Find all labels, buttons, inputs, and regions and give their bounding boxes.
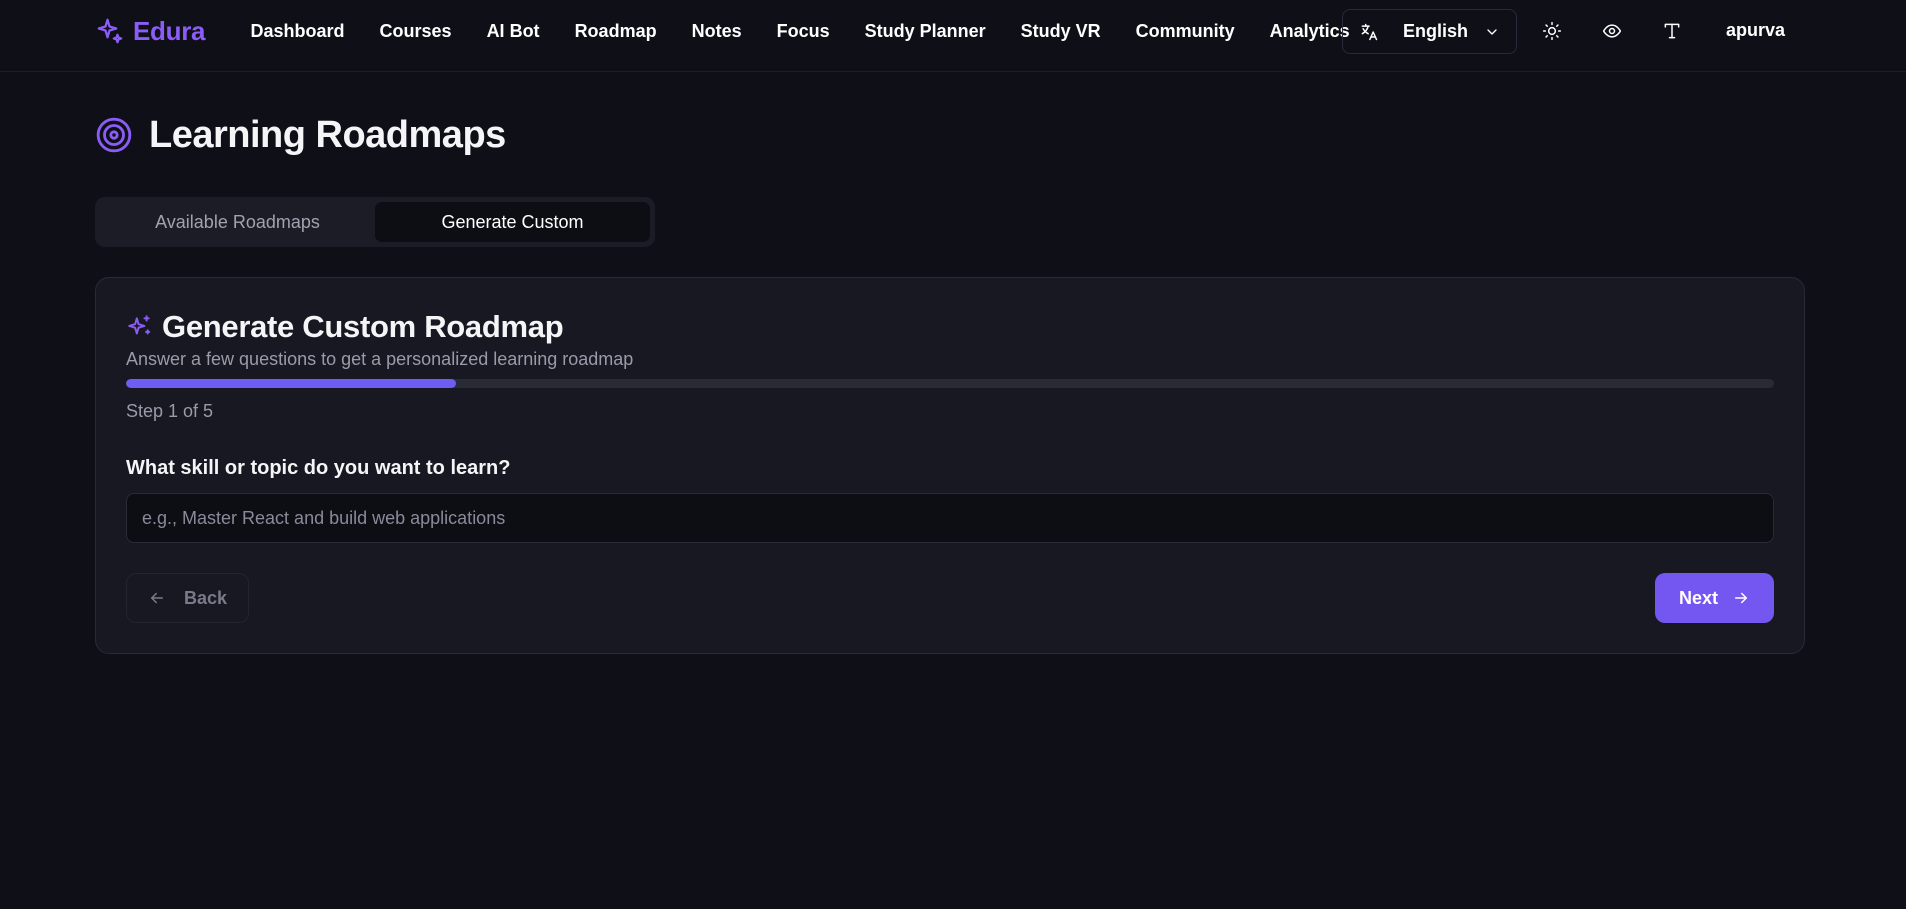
back-label: Back (183, 587, 228, 608)
next-button[interactable]: Next (1655, 573, 1774, 623)
tab-available-roadmaps[interactable]: Available Roadmaps (100, 202, 375, 242)
arrow-right-icon (1732, 589, 1750, 607)
sun-icon (1542, 21, 1562, 41)
chevron-down-icon (1484, 24, 1500, 40)
nav-link-study-planner[interactable]: Study Planner (847, 21, 1003, 42)
nav-link-ai-bot[interactable]: AI Bot (469, 21, 557, 42)
question-label: What skill or topic do you want to learn… (126, 457, 511, 479)
top-navbar: Edura Dashboard Courses AI Bot Roadmap N… (0, 0, 1906, 72)
card-header: Generate Custom Roadmap (126, 307, 564, 347)
nav-link-study-vr[interactable]: Study VR (1003, 21, 1118, 42)
accessibility-view-button[interactable] (1598, 17, 1626, 45)
sparkle-logo-icon (95, 16, 125, 46)
tab-generate-custom[interactable]: Generate Custom (375, 202, 650, 242)
next-label: Next (1678, 587, 1718, 608)
translate-icon (1359, 22, 1379, 42)
nav-link-courses[interactable]: Courses (362, 21, 469, 42)
nav-link-focus[interactable]: Focus (759, 21, 847, 42)
language-select[interactable]: English (1342, 9, 1517, 54)
page-title: Learning Roadmaps (149, 113, 506, 156)
nav-link-roadmap[interactable]: Roadmap (557, 21, 674, 42)
step-indicator: Step 1 of 5 (126, 401, 214, 421)
nav-link-community[interactable]: Community (1118, 21, 1252, 42)
nav-link-dashboard[interactable]: Dashboard (233, 21, 362, 42)
nav-links: Dashboard Courses AI Bot Roadmap Notes F… (233, 0, 1367, 63)
generate-roadmap-card: Generate Custom Roadmap Answer a few que… (95, 277, 1805, 654)
eye-icon (1602, 21, 1622, 41)
step-progress-bar (126, 379, 1774, 388)
user-menu[interactable]: apurva (1726, 20, 1785, 41)
back-button[interactable]: Back (126, 573, 249, 623)
font-size-button[interactable] (1658, 17, 1686, 45)
progress-fill (126, 379, 456, 388)
brand-logo[interactable]: Edura (95, 14, 205, 48)
target-icon (95, 116, 133, 154)
brand-name: Edura (133, 15, 206, 46)
card-title: Generate Custom Roadmap (162, 309, 564, 344)
nav-link-notes[interactable]: Notes (674, 21, 759, 42)
theme-toggle-button[interactable] (1538, 17, 1566, 45)
sparkles-icon (126, 314, 152, 340)
card-subtitle: Answer a few questions to get a personal… (126, 349, 634, 369)
arrow-left-icon (148, 589, 166, 607)
language-label: English (1403, 21, 1469, 41)
page-header: Learning Roadmaps (95, 112, 506, 158)
text-size-icon (1662, 21, 1682, 41)
skill-topic-input[interactable] (126, 493, 1774, 543)
roadmap-tabs: Available Roadmaps Generate Custom (95, 197, 655, 247)
